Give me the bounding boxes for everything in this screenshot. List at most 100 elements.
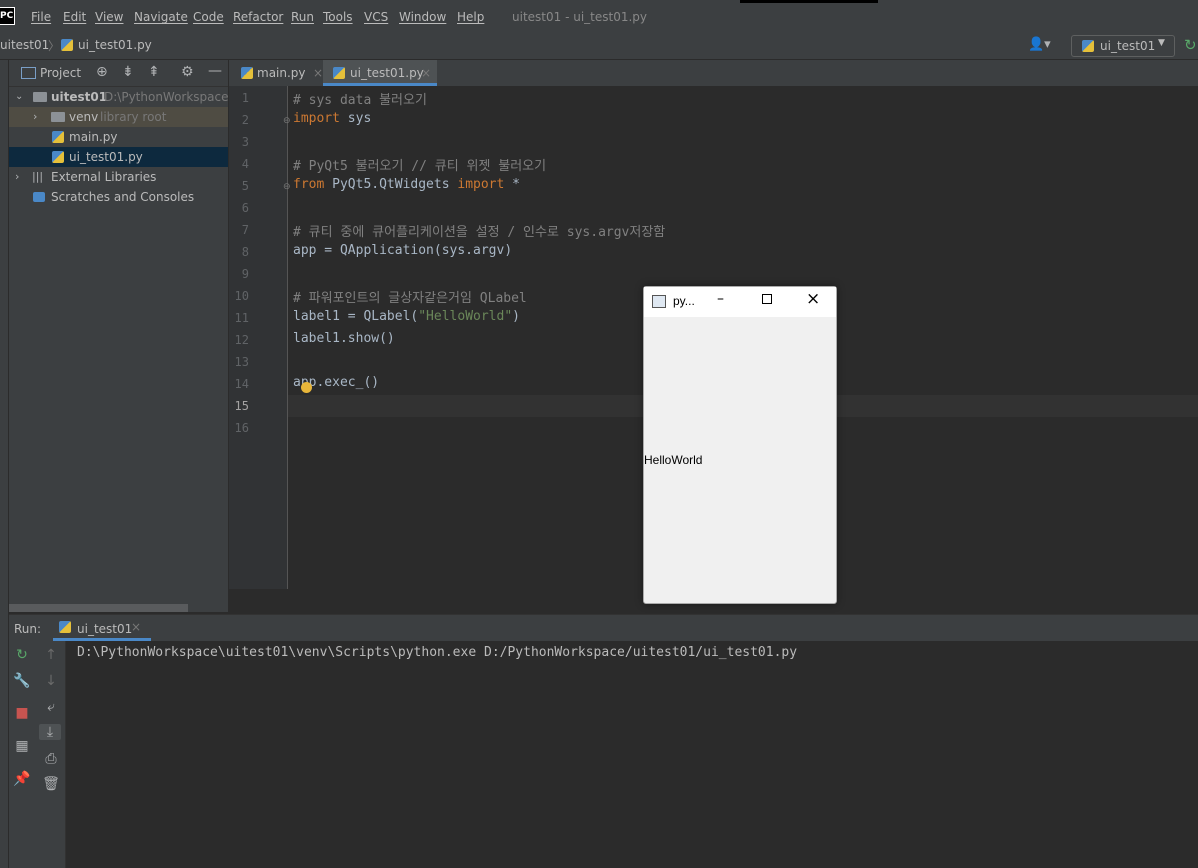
- top-shadow: [740, 0, 878, 3]
- python-file-icon: [61, 39, 73, 51]
- close-icon[interactable]: ×: [421, 60, 431, 86]
- code-token: # sys data 불러오기: [293, 93, 427, 108]
- hello-world-label: HelloWorld: [644, 453, 703, 467]
- code-line: # sys data 불러오기: [293, 89, 427, 108]
- minimize-panel-icon[interactable]: —: [208, 63, 222, 79]
- folder-icon: [51, 112, 65, 122]
- console-output: D:\PythonWorkspace\uitest01\venv\Scripts…: [77, 645, 798, 660]
- python-file-icon: [333, 67, 345, 79]
- trash-icon[interactable]: 🗑: [41, 776, 61, 792]
- breadcrumb-project[interactable]: uitest01: [0, 38, 49, 52]
- tab-label: ui_test01.py: [350, 66, 424, 80]
- gear-icon[interactable]: ⚙: [181, 64, 194, 80]
- print-icon[interactable]: ⎙: [41, 751, 61, 767]
- chevron-right-icon: ›: [15, 170, 20, 183]
- menu-window[interactable]: Window: [399, 10, 446, 24]
- qt-window-titlebar[interactable]: py... – ×: [644, 287, 836, 317]
- menu-code[interactable]: Code: [193, 10, 224, 24]
- tree-item-hint: D:\PythonWorkspace\: [104, 90, 228, 104]
- qt-window-title: py...: [673, 294, 695, 308]
- line-number: 15: [234, 399, 249, 413]
- menu-vcs[interactable]: VCS: [364, 10, 388, 24]
- locate-icon[interactable]: ⊕: [96, 64, 108, 80]
- code-token: from: [293, 177, 325, 192]
- window-title: uitest01 - ui_test01.py: [512, 10, 647, 24]
- qt-app-window[interactable]: py... – × HelloWorld: [643, 286, 837, 604]
- layout-icon[interactable]: ▦: [12, 738, 32, 754]
- tree-item-venv[interactable]: › venv library root: [9, 107, 228, 127]
- wrench-icon[interactable]: 🔧: [12, 673, 32, 689]
- tree-item-scratches[interactable]: Scratches and Consoles: [9, 187, 228, 207]
- menu-navigate[interactable]: Navigate: [134, 10, 188, 24]
- maximize-icon[interactable]: [762, 294, 772, 304]
- tab-ui-test01-py[interactable]: ui_test01.py ×: [323, 60, 437, 86]
- chevron-down-icon: ⌄: [15, 91, 24, 102]
- line-number: 8: [241, 245, 249, 259]
- project-horizontal-scrollbar[interactable]: [9, 604, 188, 612]
- lightbulb-icon[interactable]: [301, 382, 312, 393]
- expand-all-icon[interactable]: ⇟: [122, 64, 134, 80]
- line-number: 10: [234, 289, 249, 303]
- run-console[interactable]: [9, 641, 1198, 868]
- close-icon[interactable]: ×: [131, 620, 141, 634]
- run-tab-label[interactable]: ui_test01: [77, 622, 132, 636]
- code-line: # PyQt5 불러오기 // 큐티 위젯 불러오기: [293, 155, 546, 174]
- project-panel-header: Project ⊕ ⇟ ⇞ ⚙ —: [9, 60, 228, 87]
- scroll-to-end-icon[interactable]: ⤓: [39, 724, 61, 740]
- code-line: import sys: [293, 111, 371, 126]
- menu-tools[interactable]: Tools: [323, 10, 353, 24]
- tree-item-ui-test01-py[interactable]: ui_test01.py: [9, 147, 228, 167]
- line-number: 9: [241, 267, 249, 281]
- code-token: *: [504, 177, 520, 192]
- rerun-icon[interactable]: ↻: [12, 647, 32, 663]
- tab-main-py[interactable]: main.py ×: [237, 60, 323, 86]
- tree-item-project-root[interactable]: ⌄ uitest01 D:\PythonWorkspace\: [9, 87, 228, 107]
- code-token: # 큐티 중에 큐어플리케이션을 설정 / 인수로 sys.argv저장함: [293, 225, 666, 240]
- navigation-bar: uitest01 〉 ui_test01.py 👤▾ ui_test01 ▼ ↻: [0, 34, 1198, 60]
- line-number: 16: [234, 421, 249, 435]
- pin-icon[interactable]: 📌: [12, 771, 32, 787]
- line-number: 3: [241, 135, 249, 149]
- close-icon[interactable]: ×: [313, 60, 323, 86]
- python-file-icon: [52, 151, 64, 163]
- code-line: app = QApplication(sys.argv): [293, 243, 512, 258]
- stop-icon[interactable]: ■: [12, 705, 32, 721]
- arrow-down-icon[interactable]: ↓: [41, 673, 61, 689]
- menu-file[interactable]: File: [31, 10, 51, 24]
- editor-tabs: main.py × ui_test01.py ×: [229, 60, 1198, 87]
- minimize-icon[interactable]: –: [717, 291, 724, 307]
- code-token: PyQt5.QtWidgets: [324, 177, 458, 192]
- folder-icon: [33, 92, 47, 102]
- fold-icon[interactable]: ⊖: [283, 116, 291, 126]
- fold-icon[interactable]: ⊖: [283, 182, 291, 192]
- rerun-icon[interactable]: ↻: [1184, 36, 1197, 54]
- run-configuration-select[interactable]: ui_test01 ▼: [1071, 35, 1175, 57]
- user-icon[interactable]: 👤▾: [1028, 37, 1051, 52]
- scratches-icon: [33, 192, 45, 202]
- gutter-divider: [287, 86, 288, 589]
- menu-refactor[interactable]: Refactor: [233, 10, 283, 24]
- menu-run[interactable]: Run: [291, 10, 314, 24]
- soft-wrap-icon[interactable]: ⤶: [41, 699, 61, 715]
- code-line: label1 = QLabel("HelloWorld"): [293, 309, 520, 324]
- tab-label: main.py: [257, 66, 306, 80]
- tree-item-label: ui_test01.py: [69, 150, 143, 164]
- line-number: 6: [241, 201, 249, 215]
- menu-help[interactable]: Help: [457, 10, 484, 24]
- code-token: ): [512, 309, 520, 324]
- project-panel-title[interactable]: Project: [40, 66, 81, 80]
- close-icon[interactable]: ×: [806, 289, 820, 309]
- tree-item-main-py[interactable]: main.py: [9, 127, 228, 147]
- chevron-right-icon: ›: [33, 110, 38, 123]
- arrow-up-icon[interactable]: ↑: [41, 647, 61, 663]
- line-number: 5: [241, 179, 249, 193]
- code-token: "HelloWorld": [418, 309, 513, 324]
- code-token: label1.show(): [293, 331, 395, 346]
- menu-edit[interactable]: Edit: [63, 10, 86, 24]
- collapse-all-icon[interactable]: ⇞: [148, 64, 160, 80]
- code-line: from PyQt5.QtWidgets import *: [293, 177, 520, 192]
- menu-view[interactable]: View: [95, 10, 123, 24]
- run-panel-label: Run:: [14, 622, 42, 636]
- breadcrumb-file[interactable]: ui_test01.py: [78, 38, 152, 52]
- tree-item-external-libraries[interactable]: › ||| External Libraries: [9, 167, 228, 187]
